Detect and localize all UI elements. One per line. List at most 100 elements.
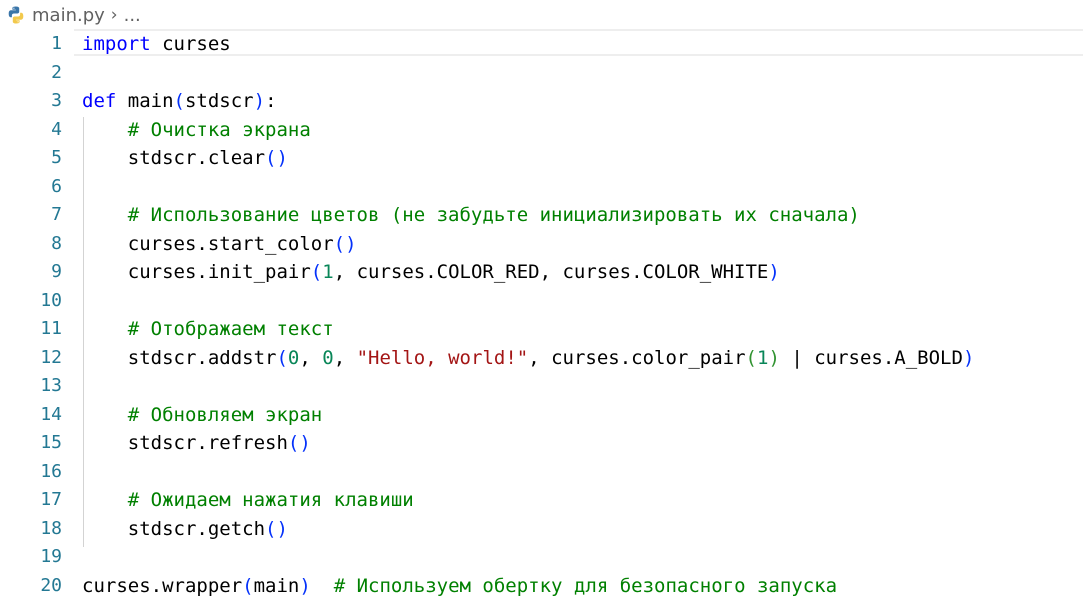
code-text[interactable]: import curses <box>82 30 231 59</box>
code-token: ) <box>768 346 780 369</box>
code-line[interactable]: 18 stdscr.getch() <box>0 515 1083 544</box>
code-token: | curses.A_BOLD <box>779 346 963 369</box>
code-line[interactable]: 11 # Отображаем текст <box>0 315 1083 344</box>
code-token: main <box>253 574 300 597</box>
line-number: 9 <box>51 261 62 282</box>
code-token: ( <box>310 261 323 283</box>
code-token: stdscr.refresh <box>82 432 288 454</box>
code-text[interactable]: # Очистка экрана <box>82 116 311 145</box>
code-text[interactable]: # Использование цветов (не забудьте иниц… <box>82 201 860 230</box>
code-token: ( <box>745 346 757 369</box>
code-text[interactable]: curses.wrapper(main) # Используем обертк… <box>82 572 837 601</box>
line-number: 13 <box>40 375 62 396</box>
code-token: 1 <box>757 346 769 369</box>
code-line[interactable]: 17 # Ожидаем нажатия клавиши <box>0 486 1083 515</box>
line-number: 10 <box>40 289 62 311</box>
code-token: ) <box>768 261 780 283</box>
line-number: 6 <box>51 175 62 197</box>
breadcrumb-separator: › <box>110 5 118 25</box>
code-line[interactable]: 20 curses.wrapper(main) # Используем обер… <box>0 572 1083 601</box>
code-token: () <box>287 432 311 454</box>
code-token: stdscr.addstr <box>82 346 277 369</box>
code-token: stdscr.getch <box>82 517 266 540</box>
code-lines[interactable]: 1 import curses 2 3 def main(stdscr): 4 # Очи… <box>0 30 1083 600</box>
code-line[interactable]: 13 <box>0 372 1083 401</box>
line-number: 4 <box>51 118 62 140</box>
code-token: ( <box>173 90 185 112</box>
code-token: import <box>82 33 151 55</box>
code-text[interactable]: stdscr.addstr(0, 0, "Hello, world!", cur… <box>82 344 975 373</box>
code-token: 0 <box>322 346 334 369</box>
code-token: , <box>299 346 323 369</box>
code-text[interactable]: # Ожидаем нажатия клавиши <box>82 486 414 515</box>
code-token: , curses.COLOR_RED, curses.COLOR_WHITE <box>333 261 769 283</box>
code-text[interactable]: # Отображаем текст <box>82 315 334 344</box>
line-number: 19 <box>40 546 62 567</box>
code-token: , <box>333 346 357 369</box>
code-token: curses.start_color <box>82 232 334 255</box>
line-number: 5 <box>51 147 62 168</box>
line-number: 2 <box>51 61 62 83</box>
code-token: ) <box>299 574 311 597</box>
line-number: 18 <box>40 517 62 539</box>
code-line[interactable]: 4 # Очистка экрана <box>0 116 1083 145</box>
code-token: def <box>82 90 117 112</box>
code-token: # Использование цветов (не забудьте иниц… <box>127 204 860 226</box>
breadcrumb: main.py › ... <box>0 0 1083 30</box>
code-line[interactable]: 1 import curses <box>0 30 1083 59</box>
code-token: () <box>265 147 288 169</box>
code-token: curses <box>150 33 231 55</box>
code-text[interactable]: curses.start_color() <box>82 230 357 259</box>
code-line[interactable]: 14 # Обновляем экран <box>0 401 1083 430</box>
code-token: # Очистка экрана <box>127 118 311 141</box>
code-token: ( <box>242 574 254 597</box>
code-editor[interactable]: main.py › ... 1 import curses 2 3 def main(s… <box>0 0 1083 602</box>
line-number: 17 <box>40 489 62 510</box>
code-line[interactable]: 8 curses.start_color() <box>0 230 1083 259</box>
code-token: : <box>265 90 277 112</box>
code-line[interactable]: 7 # Использование цветов (не забудьте ин… <box>0 201 1083 230</box>
code-token: curses.wrapper <box>82 574 243 597</box>
code-line[interactable]: 19 <box>0 543 1083 572</box>
line-number: 3 <box>51 90 62 111</box>
breadcrumb-symbols[interactable]: ... <box>124 5 141 26</box>
python-icon <box>8 6 24 24</box>
code-text[interactable]: # Обновляем экран <box>82 401 322 430</box>
code-text[interactable]: stdscr.getch() <box>82 515 288 544</box>
code-token: ) <box>962 346 975 369</box>
line-number: 14 <box>40 403 62 425</box>
code-text[interactable]: curses.init_pair(1, curses.COLOR_RED, cu… <box>82 258 780 287</box>
code-line[interactable]: 9 curses.init_pair(1, curses.COLOR_RED, … <box>0 258 1083 287</box>
code-line[interactable]: 6 <box>0 173 1083 202</box>
line-number: 7 <box>51 204 62 225</box>
code-line[interactable]: 5 stdscr.clear() <box>0 144 1083 173</box>
breadcrumb-file[interactable]: main.py <box>32 5 105 26</box>
code-line[interactable]: 2 <box>0 59 1083 88</box>
code-text[interactable]: stdscr.refresh() <box>82 429 311 458</box>
code-token: # Ожидаем нажатия клавиши <box>127 489 414 511</box>
code-token: 1 <box>322 261 334 283</box>
line-number: 20 <box>40 574 62 596</box>
code-text[interactable]: def main(stdscr): <box>82 87 277 116</box>
line-number: 11 <box>40 318 62 339</box>
code-token: ( <box>276 346 288 369</box>
code-token: # Используем обертку для безопасного зап… <box>333 574 838 597</box>
code-token: stdscr <box>184 90 254 112</box>
code-token: 0 <box>287 346 300 369</box>
code-line[interactable]: 3 def main(stdscr): <box>0 87 1083 116</box>
line-number: 12 <box>40 346 62 368</box>
line-number: 1 <box>51 33 62 54</box>
line-number: 8 <box>51 232 62 254</box>
code-line[interactable]: 15 stdscr.refresh() <box>0 429 1083 458</box>
code-token: curses.init_pair <box>82 261 311 283</box>
code-token: , curses.color_pair <box>528 346 746 369</box>
code-line[interactable]: 16 <box>0 458 1083 487</box>
line-number: 15 <box>40 432 62 453</box>
code-token: main <box>116 90 174 112</box>
code-line[interactable]: 10 <box>0 287 1083 316</box>
code-text[interactable]: stdscr.clear() <box>82 144 288 173</box>
code-line[interactable]: 12 stdscr.addstr(0, 0, "Hello, world!", … <box>0 344 1083 373</box>
